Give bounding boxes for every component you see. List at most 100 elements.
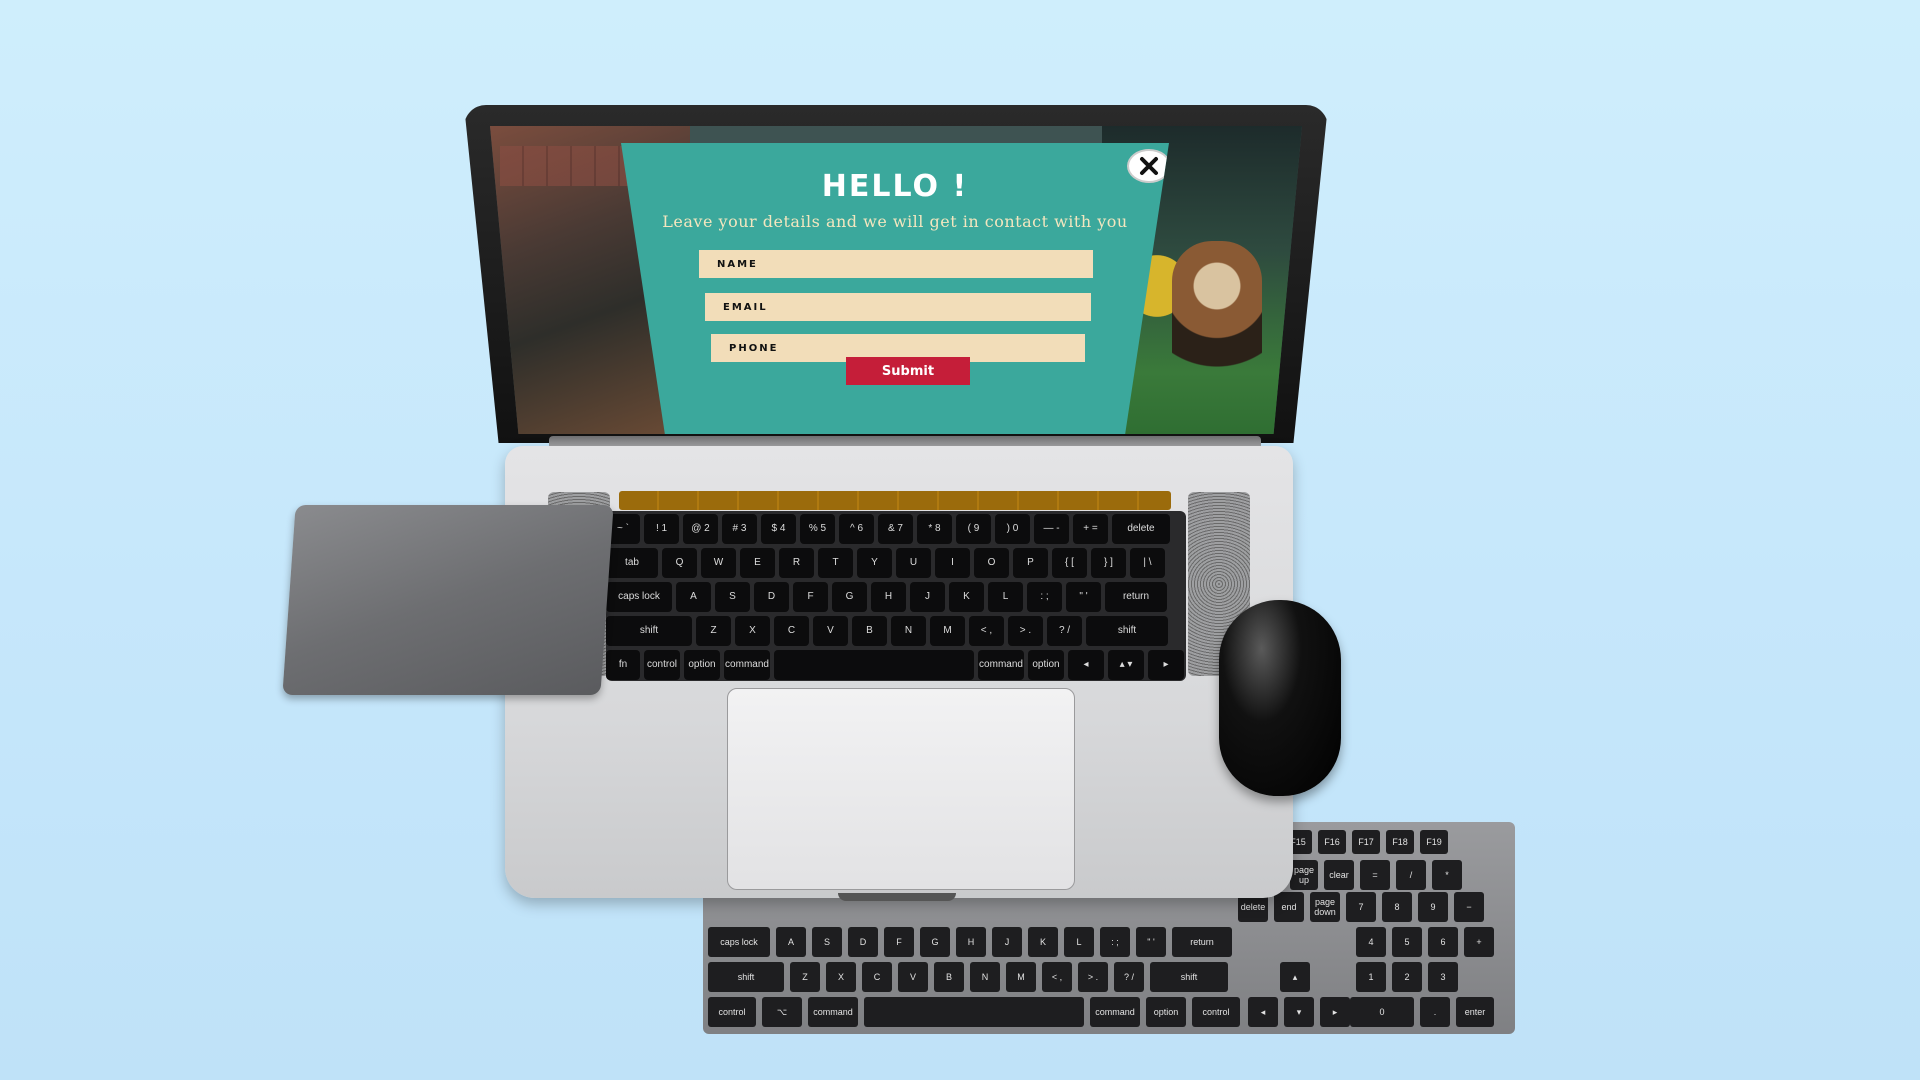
key[interactable]: command: [1090, 997, 1140, 1027]
key[interactable]: ⌥: [762, 997, 802, 1027]
key[interactable]: M: [1006, 962, 1036, 992]
tab-key[interactable]: tab: [606, 548, 658, 578]
key[interactable]: F: [793, 582, 828, 612]
key[interactable]: clear: [1324, 860, 1354, 890]
key[interactable]: 6: [1428, 927, 1458, 957]
key[interactable]: page up: [1290, 860, 1318, 890]
key[interactable]: 0: [1350, 997, 1414, 1027]
laptop-trackpad[interactable]: [727, 688, 1075, 890]
key[interactable]: U: [896, 548, 931, 578]
key[interactable]: ( 9: [956, 514, 991, 544]
key[interactable]: G: [920, 927, 950, 957]
touch-bar[interactable]: [619, 491, 1171, 510]
arrow-down-key[interactable]: ▾: [1284, 997, 1314, 1027]
magic-mouse[interactable]: [1219, 600, 1341, 796]
key[interactable]: { [: [1052, 548, 1087, 578]
arrow-right-key[interactable]: ▸: [1320, 997, 1350, 1027]
key[interactable]: : ;: [1100, 927, 1130, 957]
command-key[interactable]: command: [978, 650, 1024, 680]
key[interactable]: shift: [1150, 962, 1228, 992]
shift-key[interactable]: shift: [606, 616, 692, 646]
key[interactable]: " ': [1066, 582, 1101, 612]
key[interactable]: =: [1360, 860, 1390, 890]
fn-key[interactable]: fn: [606, 650, 640, 680]
key[interactable]: < ,: [1042, 962, 1072, 992]
key[interactable]: : ;: [1027, 582, 1062, 612]
key[interactable]: M: [930, 616, 965, 646]
arrow-left-key[interactable]: ◂: [1248, 997, 1278, 1027]
key[interactable]: J: [910, 582, 945, 612]
key[interactable]: F16: [1318, 830, 1346, 854]
key[interactable]: H: [956, 927, 986, 957]
key[interactable]: .: [1420, 997, 1450, 1027]
key[interactable]: ! 1: [644, 514, 679, 544]
key[interactable]: shift: [708, 962, 784, 992]
key[interactable]: enter: [1456, 997, 1494, 1027]
key[interactable]: V: [813, 616, 848, 646]
key[interactable]: +: [1464, 927, 1494, 957]
key[interactable]: 1: [1356, 962, 1386, 992]
key[interactable]: # 3: [722, 514, 757, 544]
arrow-right-key[interactable]: ▸: [1148, 650, 1184, 680]
arrow-up-down-key[interactable]: ▴ ▾: [1108, 650, 1144, 680]
key[interactable]: Q: [662, 548, 697, 578]
key[interactable]: B: [852, 616, 887, 646]
key[interactable]: < ,: [969, 616, 1004, 646]
key[interactable]: control: [708, 997, 756, 1027]
name-field[interactable]: [699, 250, 1093, 278]
submit-button[interactable]: Submit: [846, 357, 970, 385]
key[interactable]: Z: [790, 962, 820, 992]
key[interactable]: S: [715, 582, 750, 612]
key[interactable]: C: [862, 962, 892, 992]
key[interactable]: return: [1172, 927, 1232, 957]
key[interactable]: X: [826, 962, 856, 992]
key[interactable]: −: [1454, 892, 1484, 922]
key[interactable]: Y: [857, 548, 892, 578]
key[interactable]: 9: [1418, 892, 1448, 922]
caps-lock-key[interactable]: caps lock: [606, 582, 672, 612]
key[interactable]: F18: [1386, 830, 1414, 854]
key[interactable]: N: [891, 616, 926, 646]
key[interactable]: W: [701, 548, 736, 578]
key[interactable]: F: [884, 927, 914, 957]
key[interactable]: O: [974, 548, 1009, 578]
magic-trackpad[interactable]: [282, 505, 614, 695]
key[interactable]: A: [776, 927, 806, 957]
key[interactable]: *: [1432, 860, 1462, 890]
key[interactable]: T: [818, 548, 853, 578]
key[interactable]: F17: [1352, 830, 1380, 854]
option-key[interactable]: option: [684, 650, 720, 680]
space-key[interactable]: [774, 650, 974, 680]
key[interactable]: S: [812, 927, 842, 957]
key[interactable]: F19: [1420, 830, 1448, 854]
arrow-left-key[interactable]: ◂: [1068, 650, 1104, 680]
key[interactable]: % 5: [800, 514, 835, 544]
key[interactable]: R: [779, 548, 814, 578]
key[interactable]: 2: [1392, 962, 1422, 992]
key[interactable]: end: [1274, 892, 1304, 922]
key[interactable]: command: [808, 997, 858, 1027]
key[interactable]: B: [934, 962, 964, 992]
key[interactable]: K: [949, 582, 984, 612]
key[interactable]: caps lock: [708, 927, 770, 957]
key[interactable]: + =: [1073, 514, 1108, 544]
key[interactable]: ? /: [1047, 616, 1082, 646]
key[interactable]: > .: [1008, 616, 1043, 646]
key[interactable]: page down: [1310, 892, 1340, 922]
email-field[interactable]: [705, 293, 1091, 321]
key[interactable]: V: [898, 962, 928, 992]
key[interactable]: $ 4: [761, 514, 796, 544]
key[interactable]: 4: [1356, 927, 1386, 957]
key[interactable]: I: [935, 548, 970, 578]
key[interactable]: | \: [1130, 548, 1165, 578]
key[interactable]: L: [1064, 927, 1094, 957]
key[interactable]: H: [871, 582, 906, 612]
shift-key[interactable]: shift: [1086, 616, 1168, 646]
key[interactable]: A: [676, 582, 711, 612]
key[interactable]: ^ 6: [839, 514, 874, 544]
key[interactable]: P: [1013, 548, 1048, 578]
key[interactable]: C: [774, 616, 809, 646]
key[interactable]: G: [832, 582, 867, 612]
key[interactable]: /: [1396, 860, 1426, 890]
key[interactable]: 7: [1346, 892, 1376, 922]
